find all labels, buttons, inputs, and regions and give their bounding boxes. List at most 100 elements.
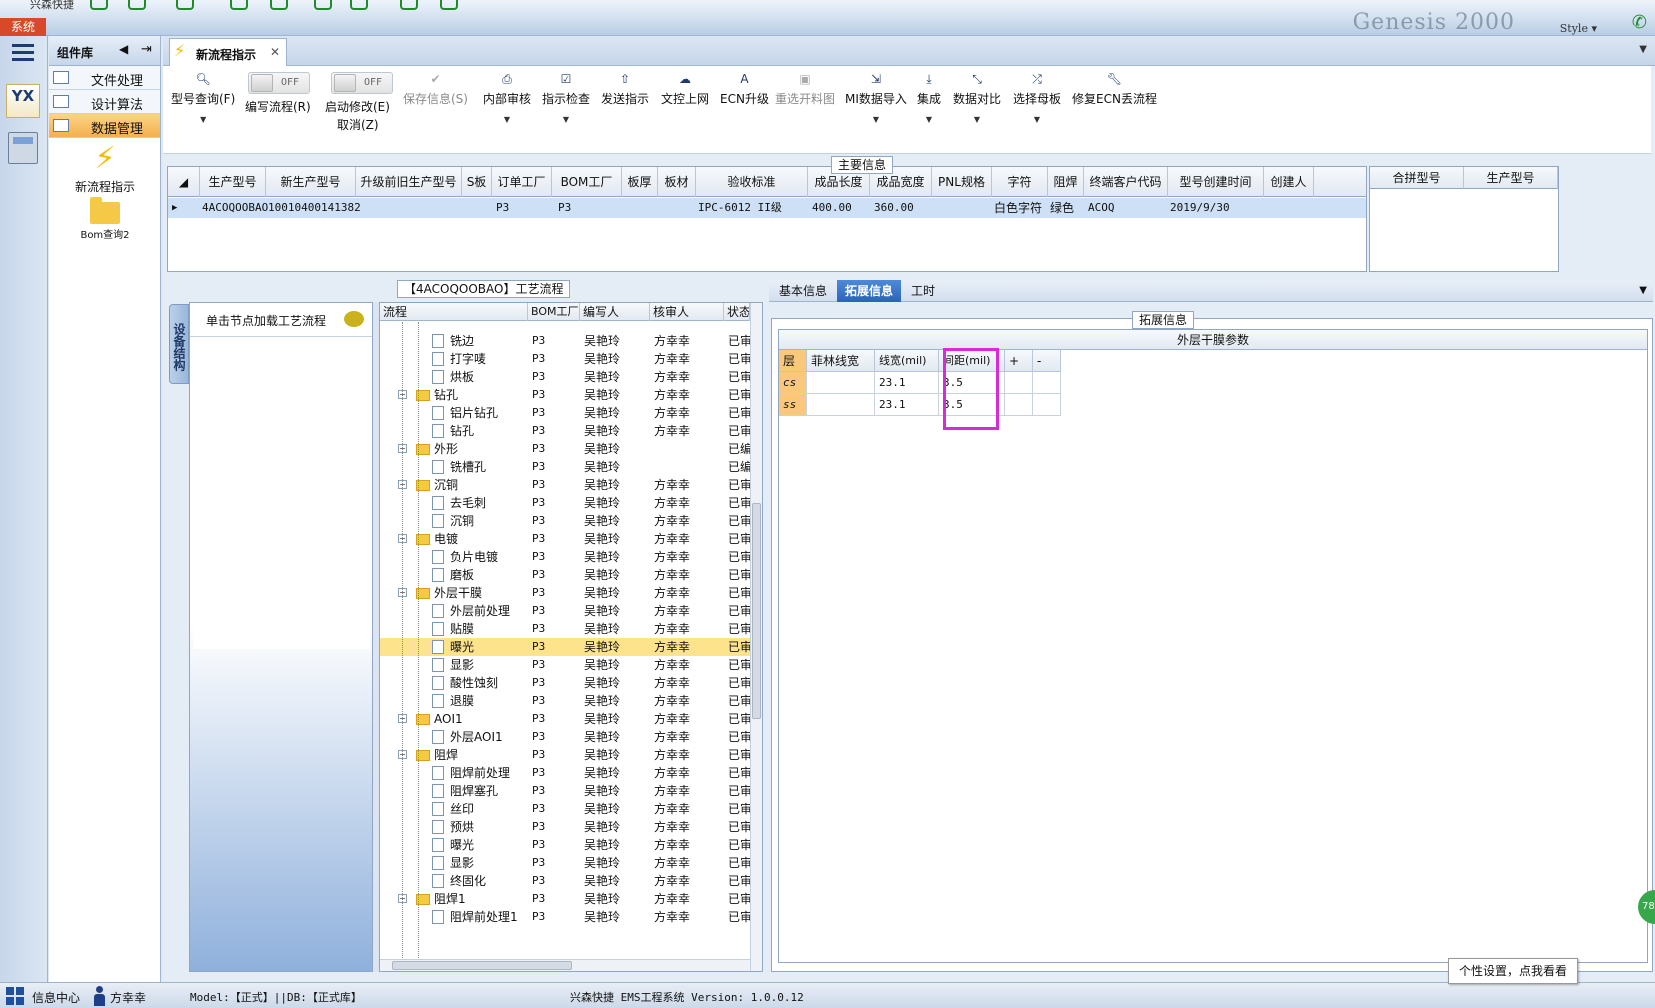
tree-node-row[interactable]: 阻焊塞孔 P3 吴艳玲 方幸幸 已审 [380,782,750,800]
column-header[interactable]: 合拼型号 [1370,167,1464,189]
resend-drawing-button[interactable]: ▣ 重选开料图 [775,72,835,107]
user-icon[interactable] [400,0,418,10]
yx-module-icon[interactable]: YX [6,84,40,118]
tree-folder-row[interactable]: − 阻焊 P3 吴艳玲 方幸幸 已审 [380,746,750,764]
tree-node-row[interactable]: 预烘 P3 吴艳玲 方幸幸 已审 [380,818,750,836]
upload-doc-button[interactable]: ☁ 文控上网 [661,72,709,107]
tab-extended-info[interactable]: 拓展信息 [837,280,902,302]
tree-node-row[interactable]: 铝片钻孔 P3 吴艳玲 方幸幸 已审 [380,404,750,422]
tree-node-row[interactable]: 贴膜 P3 吴艳玲 方幸幸 已审 [380,620,750,638]
remove-column-button[interactable]: - [1033,350,1061,372]
phone-icon[interactable]: ✆ [1632,12,1647,33]
column-header[interactable]: 升级前旧生产型号 [356,167,462,197]
column-header[interactable]: 板材 [658,167,696,197]
check-instruction-button[interactable]: ☑ 指示检查 ▼ [542,72,590,124]
add-column-button[interactable]: + [1005,350,1033,372]
column-header[interactable]: 型号创建时间 [1168,167,1264,197]
tool-bom-query[interactable]: Bom查询2 [49,197,161,241]
tree-folder-row[interactable]: − 阻焊1 P3 吴艳玲 方幸幸 已审 [380,890,750,908]
column-header[interactable]: BOM工厂 [528,303,580,321]
tree-node-row[interactable]: 外层前处理 P3 吴艳玲 方幸幸 已审 [380,602,750,620]
column-header[interactable]: PNL规格 [932,167,992,197]
tab-basic-info[interactable]: 基本信息 [771,280,835,302]
send-instruction-button[interactable]: ⇧ 发送指示 [601,72,649,107]
tree-folder-row[interactable]: − 外形 P3 吴艳玲 已编 [380,440,750,458]
tree-node-row[interactable]: 酸性蚀刻 P3 吴艳玲 方幸幸 已审 [380,674,750,692]
column-header[interactable]: 核审人 [650,303,724,321]
tree-node-row[interactable]: 外层AOI1 P3 吴艳玲 方幸幸 已审 [380,728,750,746]
node-list[interactable] [194,339,370,649]
tree-node-row[interactable]: 显影 P3 吴艳玲 方幸幸 已审 [380,854,750,872]
tab-work-hours[interactable]: 工时 [903,280,943,302]
chevron-down-icon[interactable]: ▼ [1639,285,1647,296]
menu-icon[interactable] [12,44,34,62]
column-header[interactable]: 阻焊 [1048,167,1084,197]
column-header[interactable]: 订单工厂 [492,167,552,197]
horizontal-scrollbar[interactable] [380,959,750,971]
close-icon[interactable]: ✕ [270,45,280,59]
system-menu-button[interactable]: 系统 [0,18,46,36]
tree-node-row[interactable]: 沉铜 P3 吴艳玲 方幸幸 已审 [380,512,750,530]
scroll-thumb[interactable] [752,503,761,719]
grid-icon[interactable] [176,0,194,10]
tree-node-row[interactable]: 显影 P3 吴艳玲 方幸幸 已审 [380,656,750,674]
cell-width[interactable]: 23.1 [875,394,939,416]
table-row[interactable]: ▶ 4ACOQOOBAO 10010400141382 P3 P3 IPC-60… [168,198,1366,218]
personalize-tooltip[interactable]: 个性设置，点我看看 [1448,958,1578,984]
model-query-button[interactable]: 🔍︎ 型号查询(F) ▼ [171,72,235,124]
tool-new-flow-instruction[interactable]: ⚡ 新流程指示 [49,142,161,195]
vertical-scrollbar[interactable] [750,303,762,971]
table-icon[interactable] [314,0,332,10]
info-center-link[interactable]: 信息中心 [32,989,80,1006]
tree-folder-row[interactable]: − 沉铜 P3 吴艳玲 方幸幸 已审 [380,476,750,494]
column-header[interactable]: 终端客户代码 [1084,167,1168,197]
cell-film[interactable] [807,394,875,416]
windows-grid-icon[interactable] [6,987,24,1005]
tab-new-flow-instruction[interactable]: ⚡ 新流程指示 ✕ [169,38,287,66]
tree-folder-row[interactable]: − AOI1 P3 吴艳玲 方幸幸 已审 [380,710,750,728]
column-header[interactable]: 创建人 [1264,167,1314,197]
tree-node-row[interactable]: 终固化 P3 吴艳玲 方幸幸 已审 [380,872,750,890]
tree-node-row[interactable]: 磨板 P3 吴艳玲 方幸幸 已审 [380,566,750,584]
cell-film[interactable] [807,372,875,394]
column-header[interactable]: 状态 [724,303,750,321]
tree-node-row[interactable]: 铣槽孔 P3 吴艳玲 已编 [380,458,750,476]
cell-layer[interactable]: ss [779,394,807,416]
column-header[interactable]: S板 [462,167,492,197]
pin-icon[interactable]: ⇥ [141,42,152,57]
tree-node-row[interactable]: 负片电镀 P3 吴艳玲 方幸幸 已审 [380,548,750,566]
mi-import-button[interactable]: ⇲ MI数据导入 ▼ [845,72,907,124]
cancel-button[interactable]: 取消(Z) [337,116,379,133]
tree-node-row[interactable]: 去毛刺 P3 吴艳玲 方幸幸 已审 [380,494,750,512]
tree-folder-row[interactable]: − 外层干膜 P3 吴艳玲 方幸幸 已审 [380,584,750,602]
fix-ecn-button[interactable]: 🔧︎ 修复ECN丢流程 [1072,72,1157,107]
tree-node-row[interactable]: 退膜 P3 吴艳玲 方幸幸 已审 [380,692,750,710]
column-header[interactable]: 新生产型号 [266,167,356,197]
column-header[interactable]: 字符 [992,167,1048,197]
tree-node-row[interactable]: 阻焊前处理 P3 吴艳玲 方幸幸 已审 [380,764,750,782]
tree-node-row[interactable]: 钻孔 P3 吴艳玲 方幸幸 已审 [380,422,750,440]
column-header[interactable]: 编写人 [580,303,650,321]
tree-node-row[interactable]: 曝光 P3 吴艳玲 方幸幸 已审 [380,836,750,854]
tree-folder-row[interactable]: − 钻孔 P3 吴艳玲 方幸幸 已审 [380,386,750,404]
save-info-button[interactable]: ✔ 保存信息(S) [403,72,468,107]
category-design-algorithm[interactable]: 设计算法 [49,90,160,114]
column-header-layer[interactable]: 层 [779,350,807,372]
tree-node-row[interactable]: 阻焊前处理1 P3 吴艳玲 方幸幸 已审 [380,908,750,926]
document-icon[interactable] [270,0,288,10]
data-compare-button[interactable]: ⤡ 数据对比 ▼ [953,72,1001,124]
scroll-thumb[interactable] [392,961,572,970]
collapse-left-icon[interactable]: ◀ [119,42,128,56]
column-header[interactable]: BOM工厂 [552,167,622,197]
side-tab-equipment[interactable]: 设备结构 [169,304,189,384]
export-icon[interactable] [230,0,248,10]
column-header[interactable]: 板厚 [622,167,658,197]
internal-review-button[interactable]: ⎙ 内部审核 ▼ [483,72,531,124]
integrate-button[interactable]: ⤓ 集成 ▼ [917,72,941,124]
column-header[interactable]: 流程 [380,303,528,321]
chevron-down-icon[interactable]: ▼ [1639,44,1647,55]
edit-flow-toggle[interactable]: OFF [248,72,310,94]
tree-folder-row[interactable]: − 电镀 P3 吴艳玲 方幸幸 已审 [380,530,750,548]
column-header[interactable]: 验收标准 [696,167,808,197]
refresh-icon[interactable] [128,0,146,10]
